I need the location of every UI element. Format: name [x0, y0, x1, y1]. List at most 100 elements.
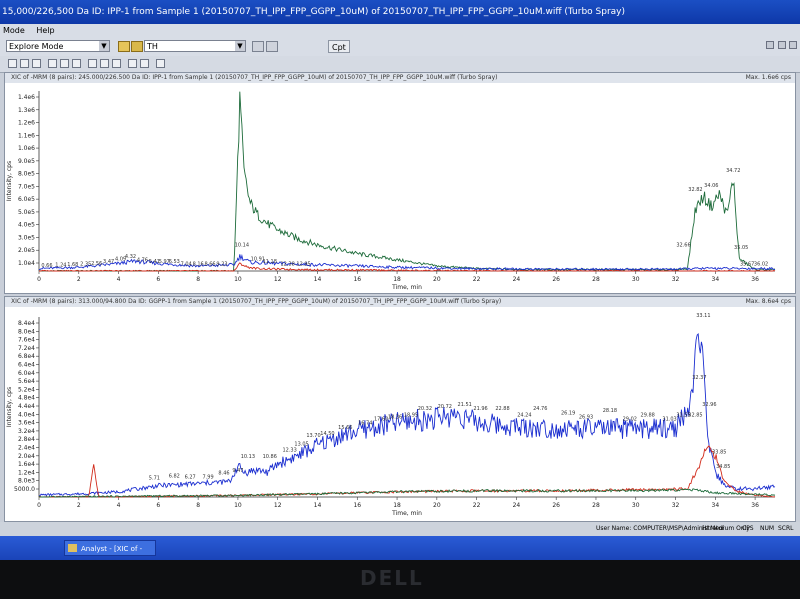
status-bar: User Name: COMPUTER\MSP\Administrator HI…	[0, 522, 800, 536]
peak-label: 33.85	[712, 450, 726, 456]
peak-label: 26.93	[579, 414, 593, 420]
chevron-down-icon: ▼	[235, 41, 245, 51]
y-tick-label: 7.0e5	[18, 183, 35, 190]
copy-icon[interactable]	[140, 59, 149, 68]
properties-icon[interactable]	[156, 59, 165, 68]
status-num: NUM	[760, 525, 775, 532]
y-tick-label: 4.8e4	[18, 395, 35, 402]
minimize-icon[interactable]	[766, 41, 774, 49]
y-tick-label: 5000.0	[14, 486, 35, 493]
y-tick-label: 5.0e5	[18, 209, 35, 216]
x-tick-label: 0	[37, 502, 41, 509]
peak-label: 13.70	[306, 433, 320, 439]
y-tick-label: 8.0e5	[18, 171, 35, 178]
x-tick-label: 20	[433, 502, 441, 509]
peak-label: 22.88	[495, 406, 509, 412]
peak-label: 29.88	[641, 412, 655, 418]
peak-label: 21.51	[458, 402, 472, 408]
y-tick-label: 2.8e4	[18, 436, 35, 443]
max-intensity-label: Max. 8.6e4 cps	[745, 298, 791, 305]
x-tick-label: 16	[353, 502, 361, 509]
peak-label: 2.56	[91, 261, 102, 267]
peak-label: 32.66	[676, 243, 690, 249]
print-icon[interactable]	[128, 59, 137, 68]
maximize-icon[interactable]	[778, 41, 786, 49]
xic-chart-top[interactable]: 0 2 4 6 8 10 12 14 16 18 20 22 24 26 28 30 32 34 361.0e42.…	[5, 83, 795, 293]
baseline-icon[interactable]	[112, 59, 121, 68]
open-folder-icon[interactable]	[118, 41, 130, 52]
peak-label: 1.68	[67, 262, 78, 268]
grid-icon[interactable]	[266, 41, 278, 52]
peak-label: 8.16	[193, 261, 204, 267]
pane-header: XIC of -MRM (8 pairs): 313.000/94.800 Da…	[5, 297, 795, 307]
x-tick-label: 10	[234, 276, 242, 283]
history-select[interactable]: TH ▼	[144, 40, 246, 52]
y-axis-label: Intensity, cps	[6, 161, 13, 201]
x-tick-label: 16	[353, 276, 361, 283]
peak-label: 9.47	[232, 468, 243, 474]
analyst-app-icon	[68, 544, 77, 552]
x-tick-label: 26	[552, 276, 560, 283]
y-tick-label: 1.0e4	[18, 260, 35, 267]
x-tick-label: 22	[473, 276, 481, 283]
menu-item-mode[interactable]: Mode	[3, 26, 25, 35]
x-tick-label: 6	[156, 276, 160, 283]
y-tick-label: 2.0e5	[18, 247, 35, 254]
close-icon[interactable]	[789, 41, 797, 49]
x-axis-label: Time, min	[391, 284, 422, 291]
chevron-down-icon: ▼	[99, 41, 109, 51]
y-tick-label: 7.6e4	[18, 337, 35, 344]
overlay-icon[interactable]	[100, 59, 109, 68]
y-tick-label: 1.4e6	[18, 94, 35, 101]
menu-item-help[interactable]: Help	[36, 26, 54, 35]
peak-label: 32.37	[692, 375, 706, 381]
peak-label: 24.76	[533, 406, 547, 412]
peak-label: 6.82	[169, 473, 180, 479]
xic-chart-bottom[interactable]: 0 2 4 6 8 10 12 14 16 18 20 22 24 26 28 30 32 34 365000.08…	[5, 307, 795, 521]
window-titlebar: 15,000/226,500 Da ID: IPP-1 from Sample …	[0, 0, 800, 24]
x-tick-label: 8	[196, 276, 200, 283]
y-tick-label: 4.0e4	[18, 411, 35, 418]
y-tick-label: 2.4e4	[18, 445, 35, 452]
toolbar-button[interactable]: Cpt	[328, 40, 350, 53]
peak-label: 8.66	[204, 261, 215, 267]
x-tick-label: 36	[751, 502, 759, 509]
y-tick-label: 8.0e3	[18, 478, 35, 485]
pan-icon[interactable]	[32, 59, 41, 68]
xic-pane-top: XIC of -MRM (8 pairs): 245.000/226.500 D…	[4, 72, 796, 294]
y-tick-label: 6.8e4	[18, 353, 35, 360]
mode-select[interactable]: Explore Mode ▼	[6, 40, 110, 52]
spectrum-icon[interactable]	[88, 59, 97, 68]
zoom-in-icon[interactable]	[8, 59, 17, 68]
peak-label: 13.05	[294, 441, 308, 447]
peak-label: 9.23	[216, 261, 227, 267]
x-tick-label: 32	[672, 502, 680, 509]
xic-pane-bottom: XIC of -MRM (8 pairs): 313.000/94.800 Da…	[4, 296, 796, 522]
y-tick-label: 5.6e4	[18, 378, 35, 385]
integrate-icon[interactable]	[60, 59, 69, 68]
peak-label: 14.50	[320, 431, 334, 437]
peak-label: 7.04	[181, 261, 192, 267]
cursor-icon[interactable]	[48, 59, 57, 68]
peak-icon[interactable]	[72, 59, 81, 68]
x-tick-label: 28	[592, 502, 600, 509]
taskbar-app-button[interactable]: Analyst - [XIC of -MR...	[64, 540, 156, 556]
mode-select-value: Explore Mode	[9, 42, 64, 51]
y-tick-label: 1.2e6	[18, 120, 35, 127]
peak-label: 5.71	[149, 475, 160, 481]
y-axis-label: Intensity, cps	[6, 387, 13, 427]
peak-label: 21.96	[473, 406, 487, 412]
y-tick-label: 3.2e4	[18, 428, 35, 435]
save-folder-icon[interactable]	[131, 41, 143, 52]
y-tick-label: 6.0e5	[18, 196, 35, 203]
zoom-out-icon[interactable]	[20, 59, 29, 68]
x-tick-label: 2	[77, 502, 81, 509]
x-tick-label: 24	[513, 502, 521, 509]
list-icon[interactable]	[252, 41, 264, 52]
peak-label: 36.02	[754, 261, 768, 267]
main-toolbar: Explore Mode ▼ TH ▼ Cpt	[0, 38, 800, 57]
peak-label: 32.85	[688, 412, 702, 418]
status-cps: CPS	[742, 525, 754, 532]
x-tick-label: 12	[274, 276, 282, 283]
peak-label: 18.36	[388, 414, 402, 420]
